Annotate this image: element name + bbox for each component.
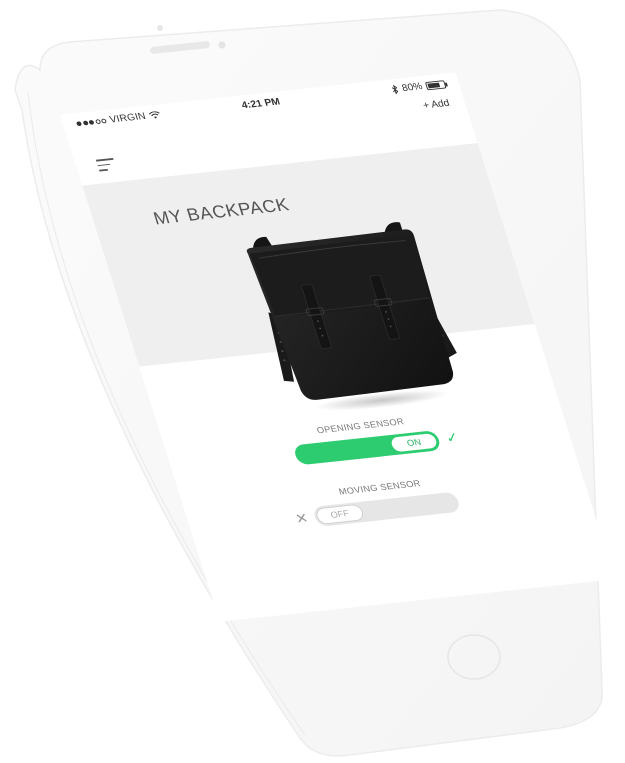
- check-icon: ✓: [443, 429, 461, 447]
- hamburger-menu-icon[interactable]: [95, 157, 117, 173]
- moving-sensor-toggle-knob: OFF: [314, 503, 366, 525]
- battery-fill: [427, 82, 441, 88]
- add-button[interactable]: + Add: [422, 98, 451, 112]
- opening-sensor-toggle-knob: ON: [388, 432, 440, 454]
- battery-percent: 80%: [400, 80, 424, 94]
- battery-icon: [424, 79, 447, 90]
- stage: VIRGIN 4:21 PM 80% + Add MY BACKPACK OPE…: [0, 0, 625, 763]
- status-right: 80%: [390, 78, 447, 95]
- cross-icon: ✕: [293, 510, 311, 528]
